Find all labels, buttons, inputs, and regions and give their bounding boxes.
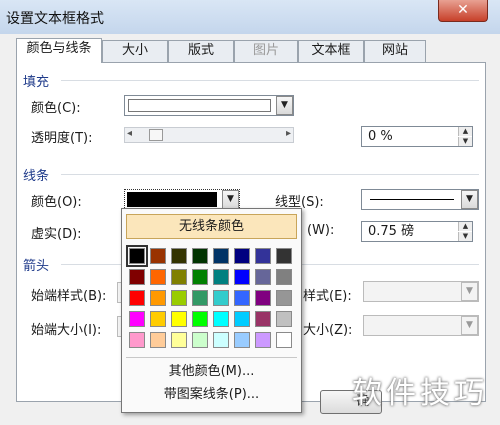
line-style-combo[interactable]: ▼ [361,189,479,210]
slider-thumb[interactable] [149,129,163,141]
spin-down-icon[interactable]: ▼ [458,137,472,146]
color-swatch[interactable] [213,311,229,327]
tab-picture: 图片 [234,40,298,62]
title-bar: 设置文本框格式 ✕ [0,0,500,34]
watermark: 软件技巧 [352,376,488,411]
color-swatch[interactable] [129,311,145,327]
spin-up-icon[interactable]: ▲ [458,127,472,136]
fill-color-combo[interactable]: ▼ [124,95,294,116]
color-swatch[interactable] [129,269,145,285]
color-swatch[interactable] [171,290,187,306]
begin-size-label: 始端大小(I): [31,323,102,338]
color-swatch[interactable] [171,269,187,285]
end-style-label: 样式(E): [303,289,352,304]
color-swatch[interactable] [213,332,229,348]
chevron-down-icon: ▼ [461,282,478,301]
line-separator [61,174,479,175]
color-swatch[interactable] [234,290,250,306]
color-swatch[interactable] [255,332,271,348]
color-swatch[interactable] [129,290,145,306]
slider-right-arrow-icon[interactable]: ▸ [286,128,291,139]
transparency-slider[interactable]: ◂ ▸ [124,127,294,143]
color-swatch[interactable] [255,290,271,306]
chevron-down-icon[interactable]: ▼ [276,96,293,115]
close-button[interactable]: ✕ [438,0,488,22]
color-picker-popup: 无线条颜色 其他颜色(M)... 带图案线条(P)... [121,208,302,413]
line-style-preview [370,199,454,200]
line-section-title: 线条 [23,169,50,184]
chevron-down-icon: ▼ [461,316,478,335]
arrows-section-title: 箭头 [23,259,50,274]
color-swatch[interactable] [276,248,292,264]
line-color-swatch [127,192,217,207]
weight-label: (W): [307,223,335,238]
line-color-label: 颜色(O): [31,195,82,210]
color-swatch[interactable] [171,248,187,264]
color-swatch[interactable] [150,269,166,285]
dash-label: 虚实(D): [31,227,82,242]
color-swatch[interactable] [192,311,208,327]
fill-section-title: 填充 [23,75,50,90]
color-swatch[interactable] [234,269,250,285]
color-swatch[interactable] [192,332,208,348]
weight-spinner[interactable]: 0.75 磅 ▲ ▼ [361,221,473,242]
weight-value: 0.75 磅 [368,224,415,239]
color-swatch[interactable] [213,248,229,264]
end-size-combo: ▼ [363,315,479,336]
fill-separator [61,80,479,81]
chevron-down-icon[interactable]: ▼ [461,190,478,209]
chevron-down-icon[interactable]: ▼ [222,190,239,209]
color-swatch[interactable] [234,248,250,264]
color-swatch[interactable] [234,332,250,348]
color-swatch[interactable] [126,245,148,267]
color-swatch[interactable] [213,269,229,285]
spin-down-icon[interactable]: ▼ [458,232,472,241]
tab-layout[interactable]: 版式 [168,40,234,62]
color-swatch[interactable] [129,332,145,348]
color-swatch[interactable] [276,290,292,306]
color-swatch[interactable] [276,311,292,327]
color-swatch[interactable] [213,290,229,306]
color-swatch[interactable] [150,311,166,327]
color-swatch[interactable] [192,290,208,306]
color-swatch[interactable] [192,248,208,264]
fill-color-label: 颜色(C): [31,101,81,116]
color-swatch[interactable] [255,248,271,264]
tab-textbox[interactable]: 文本框 [298,40,364,62]
end-size-label: 大小(Z): [303,323,353,338]
patterned-lines-item[interactable]: 带图案线条(P)... [122,384,301,406]
tab-website[interactable]: 网站 [364,40,426,62]
color-swatch[interactable] [276,332,292,348]
color-swatch[interactable] [150,290,166,306]
color-swatch[interactable] [171,332,187,348]
slider-left-arrow-icon[interactable]: ◂ [127,128,132,139]
window-title: 设置文本框格式 [6,11,104,27]
color-swatch[interactable] [150,248,166,264]
color-swatch[interactable] [276,269,292,285]
color-swatch[interactable] [255,269,271,285]
tab-colors-lines[interactable]: 颜色与线条 [16,38,102,63]
more-colors-item[interactable]: 其他颜色(M)... [122,361,301,383]
spin-up-icon[interactable]: ▲ [458,222,472,231]
tab-size[interactable]: 大小 [102,40,168,62]
color-swatch[interactable] [234,311,250,327]
transparency-spinner[interactable]: 0 % ▲ ▼ [361,126,473,147]
color-swatch[interactable] [192,269,208,285]
fill-color-swatch [128,99,271,112]
line-color-combo[interactable]: ▼ [124,189,240,210]
color-swatch[interactable] [171,311,187,327]
color-swatch[interactable] [150,332,166,348]
popup-separator [126,357,297,358]
end-style-combo: ▼ [363,281,479,302]
begin-style-label: 始端样式(B): [31,289,107,304]
transparency-label: 透明度(T): [31,131,93,146]
color-swatch[interactable] [255,311,271,327]
no-line-color-button[interactable]: 无线条颜色 [126,214,297,239]
transparency-value: 0 % [368,129,393,144]
